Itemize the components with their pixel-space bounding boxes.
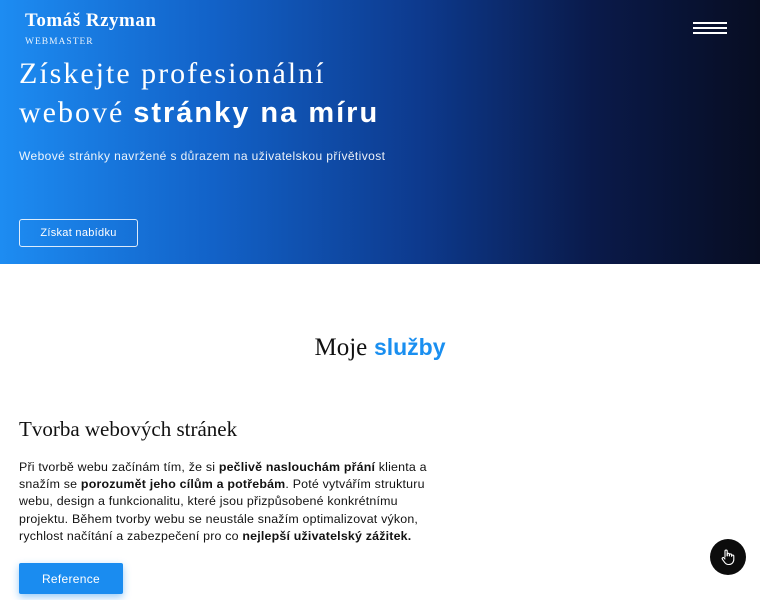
headline-line-1: Získejte profesionální: [19, 57, 326, 90]
description-emphasis: porozumět jeho cílům a potřebám: [80, 477, 286, 492]
description-emphasis: pečlivě naslouchám přání: [218, 460, 376, 474]
brand-subtitle: WEBMASTER: [25, 37, 94, 47]
hamburger-menu-icon[interactable]: [693, 19, 727, 37]
services-title-regular: Moje: [314, 334, 368, 361]
get-offer-button[interactable]: Získat nabídku: [19, 219, 138, 247]
hand-pointer-icon[interactable]: [710, 539, 746, 575]
services-title-accent: služby: [373, 334, 446, 360]
headline-line-2-bold: stránky na míru: [133, 97, 380, 129]
hero-subtitle: Webové stránky navržené s důrazem na uži…: [19, 149, 386, 163]
service-item-description: Při tvorbě webu začínám tím, že si pečli…: [19, 459, 439, 545]
description-emphasis: nejlepší uživatelský zážitek.: [242, 528, 412, 543]
brand-logo[interactable]: Tomáš Rzyman WEBMASTER: [25, 10, 156, 47]
headline-line-2-regular: webové: [19, 96, 125, 129]
service-item-title: Tvorba webových stránek: [19, 417, 238, 441]
brand-name: Tomáš Rzyman: [25, 10, 157, 31]
hero-headline: Získejte profesionální webové stránky na…: [19, 56, 379, 132]
hero-section: Tomáš Rzyman WEBMASTER Získejte profesio…: [0, 0, 760, 264]
description-text: Při tvorbě webu začínám tím, že si: [19, 460, 219, 474]
reference-button[interactable]: Reference: [19, 563, 123, 594]
headline-line-2: webové stránky na míru: [19, 92, 379, 132]
services-title: Moje služby: [0, 334, 760, 362]
